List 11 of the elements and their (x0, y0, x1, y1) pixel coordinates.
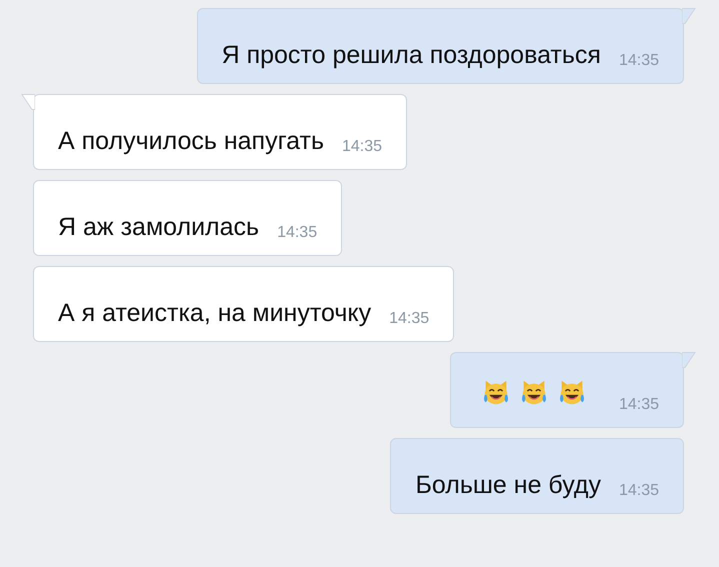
message-text: Я аж замолилась (58, 212, 260, 243)
message-time: 14:35 (340, 137, 382, 157)
message-time: 14:35 (618, 395, 659, 415)
message-text: А я атеистка, на минуточку (58, 298, 372, 329)
message-text: Больше не буду (415, 470, 601, 501)
message-text: Я просто решила поздороваться (222, 40, 601, 71)
message-time: 14:35 (618, 481, 659, 501)
message-time: 14:35 (276, 223, 318, 243)
message-time: 14:35 (388, 309, 430, 329)
message-time: 14:35 (618, 51, 659, 71)
message-text: А получилось напугать (58, 126, 324, 157)
